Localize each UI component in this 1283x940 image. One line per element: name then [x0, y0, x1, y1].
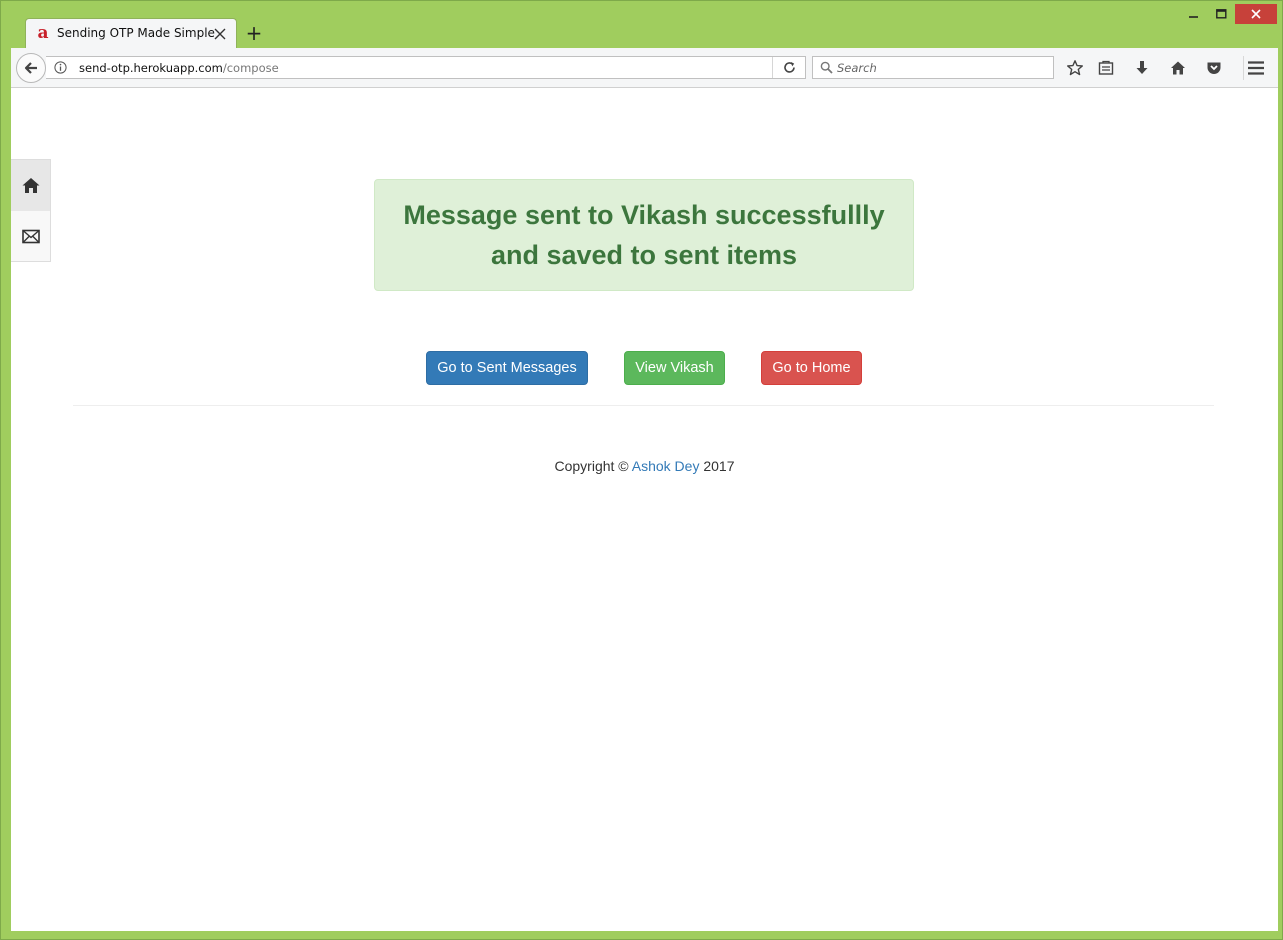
home-button-icon[interactable] [1168, 58, 1188, 78]
minimize-button[interactable] [1181, 4, 1207, 24]
home-icon [22, 178, 39, 193]
copyright-prefix: Copyright © [554, 458, 629, 474]
footer: Copyright © Ashok Dey 2017 [11, 458, 1278, 474]
close-tab-icon[interactable] [214, 27, 226, 40]
back-arrow-icon [24, 62, 37, 74]
pocket-icon[interactable] [1204, 58, 1224, 78]
reload-button[interactable] [772, 57, 805, 78]
success-message: Message sent to Vikash successfullly and… [403, 200, 885, 270]
go-to-sent-messages-button[interactable]: Go to Sent Messages [426, 351, 588, 385]
reading-list-icon[interactable] [1096, 58, 1116, 78]
success-alert: Message sent to Vikash successfullly and… [374, 179, 914, 291]
url-path: /compose [222, 61, 279, 75]
side-navigation [11, 159, 51, 262]
author-link[interactable]: Ashok Dey [632, 458, 700, 474]
view-contact-button[interactable]: View Vikash [624, 351, 725, 385]
reload-icon [783, 62, 795, 73]
tab-title: Sending OTP Made Simple [57, 26, 215, 40]
search-input[interactable] [837, 59, 1047, 76]
site-info-icon[interactable] [54, 61, 67, 74]
menu-icon[interactable] [1246, 58, 1266, 78]
address-bar[interactable]: send-otp.herokuapp.com/compose [46, 56, 806, 79]
maximize-button[interactable] [1208, 4, 1234, 24]
url-text: send-otp.herokuapp.com/compose [79, 61, 279, 75]
sidenav-item-home[interactable] [11, 160, 50, 211]
url-domain: send-otp.herokuapp.com [79, 61, 223, 75]
search-icon [820, 61, 833, 74]
browser-tab[interactable]: a Sending OTP Made Simple [25, 18, 237, 48]
bookmark-star-icon[interactable] [1065, 58, 1085, 78]
divider [73, 405, 1214, 406]
sidenav-item-compose[interactable] [11, 211, 50, 262]
new-tab-button[interactable]: + [245, 23, 263, 43]
back-button[interactable] [16, 53, 46, 83]
toolbar-separator [1243, 56, 1244, 80]
close-window-button[interactable] [1235, 4, 1277, 24]
browser-window: a Sending OTP Made Simple + send-otp.her… [0, 0, 1283, 940]
navigation-toolbar: send-otp.herokuapp.com/compose [11, 48, 1278, 88]
go-to-home-button[interactable]: Go to Home [761, 351, 862, 385]
download-icon[interactable] [1132, 58, 1152, 78]
search-bar[interactable] [812, 56, 1054, 79]
site-favicon-icon: a [37, 23, 49, 43]
copyright-year: 2017 [703, 458, 735, 474]
mail-icon [21, 229, 40, 244]
page-content: Message sent to Vikash successfullly and… [11, 88, 1278, 931]
title-bar: a Sending OTP Made Simple + [1, 1, 1282, 48]
